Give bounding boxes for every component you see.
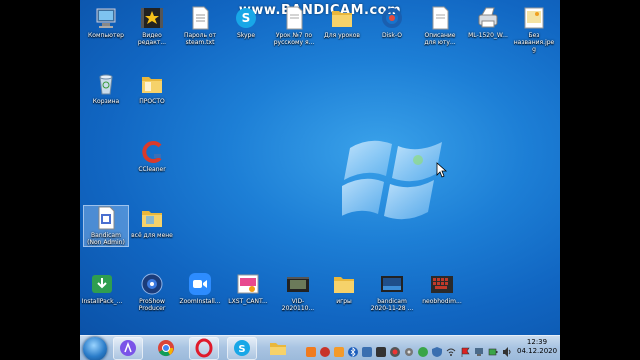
opera-icon (195, 338, 213, 358)
tray-dark-icon[interactable] (376, 342, 386, 357)
taskbar-explorer[interactable] (264, 338, 292, 359)
taskbar-chrome[interactable] (152, 338, 180, 359)
chrome-icon (158, 340, 174, 357)
zoom-icon (188, 272, 212, 296)
desktop-icon-bandicam-2020[interactable]: bandicam 2020-11-28 ... (370, 272, 414, 312)
installpack-icon (90, 272, 114, 296)
letterbox-right (560, 0, 640, 360)
skype-icon: S (234, 6, 258, 30)
windows-logo (342, 140, 442, 220)
tray-disk-icon[interactable] (362, 342, 372, 357)
proshow-icon (140, 272, 164, 296)
desktop-icon-bandicam-nonadmin[interactable]: Bandicam (Non Admin) (83, 205, 129, 247)
tray-record-icon[interactable] (390, 342, 400, 357)
keyboard-icon (430, 272, 454, 296)
tray-network-icon[interactable] (474, 342, 484, 356)
tray-orange-icon[interactable] (306, 342, 316, 357)
ccleaner-icon (140, 140, 164, 164)
letterbox-left (0, 0, 80, 360)
folder-icon (140, 72, 164, 96)
disk-o-icon (380, 6, 404, 30)
tray-volume-icon[interactable] (502, 342, 512, 357)
desktop-icon-youtube-desc[interactable]: Описание для юту... (418, 6, 462, 46)
taskbar-skype[interactable]: S (227, 337, 257, 360)
folder-icon (332, 272, 356, 296)
desktop-icon-lxst-cant[interactable]: LXST_CANT... (226, 272, 270, 305)
folder-icon (140, 206, 164, 230)
printer-icon (476, 6, 500, 30)
recycle-bin-icon (94, 72, 118, 96)
desktop-icon-neobhodim[interactable]: neobhodim... (420, 272, 464, 305)
document-icon (282, 6, 306, 30)
taskbar-alice[interactable] (113, 337, 143, 360)
desktop-icon-steam-password[interactable]: Пароль от steam.txt (178, 6, 222, 46)
desktop[interactable]: www.BANDICAM.com Компьютер Видео редакт.… (80, 0, 560, 335)
audio-file-icon (236, 272, 260, 296)
desktop-icon-ccleaner[interactable]: CCleaner (130, 140, 174, 173)
tray-green-icon[interactable] (418, 342, 428, 357)
desktop-icon-lessons[interactable]: Для уроков (320, 6, 364, 39)
desktop-icon-ml1520[interactable]: ML-1520_W... (466, 6, 510, 39)
tray-flag-icon[interactable] (460, 342, 470, 357)
desktop-icon-recycle-bin[interactable]: Корзина (84, 72, 128, 105)
image-file-icon (522, 6, 546, 30)
video-file-icon (380, 272, 404, 296)
taskbar-opera[interactable] (189, 337, 219, 360)
document-icon (428, 6, 452, 30)
tray-wifi-icon[interactable] (446, 342, 456, 356)
tray-bluetooth-icon[interactable] (348, 342, 358, 357)
desktop-icon-installpack[interactable]: InstallPack_... (80, 272, 124, 305)
video-file-icon (286, 272, 310, 296)
tray-battery-icon[interactable] (488, 342, 498, 356)
mouse-cursor-icon (436, 162, 448, 178)
clock-time: 12:39 (526, 338, 548, 346)
tray-orange-icon-2[interactable] (334, 342, 344, 357)
folder-icon (330, 6, 354, 30)
screen: www.BANDICAM.com Компьютер Видео редакт.… (0, 0, 640, 360)
clock-date: 04.12.2020 (517, 347, 558, 355)
tray-red-icon[interactable] (320, 342, 330, 357)
clock[interactable]: 12:39 04.12.2020 (517, 338, 557, 356)
text-file-icon (188, 6, 212, 30)
svg-text:S: S (238, 344, 245, 355)
computer-icon (94, 6, 118, 30)
desktop-icon-prosto[interactable]: ПРОСТО (130, 72, 174, 105)
tray-shield-icon[interactable] (432, 342, 442, 357)
svg-text:S: S (242, 11, 251, 25)
desktop-icon-video-editor[interactable]: Видео редакт... (130, 6, 174, 46)
bandicam-icon (94, 206, 118, 230)
desktop-icon-games[interactable]: игры (322, 272, 366, 305)
desktop-icon-vid-2020[interactable]: VID-2020110... (276, 272, 320, 312)
skype-icon: S (234, 340, 250, 356)
folder-icon (270, 343, 286, 355)
taskbar: S 12:39 04.12.2020 (80, 335, 560, 360)
desktop-icon-untitled-jpeg[interactable]: Без названия.jpeg (512, 6, 556, 53)
desktop-icon-computer[interactable]: Компьютер (84, 6, 128, 39)
alice-icon (120, 340, 136, 356)
desktop-icon-zoominstall[interactable]: ZoomInstall... (178, 272, 222, 305)
windows-start-icon[interactable] (83, 337, 107, 360)
video-editor-icon (140, 6, 164, 30)
desktop-icon-proshow[interactable]: ProShow Producer (130, 272, 174, 312)
tray-settings-icon[interactable] (404, 342, 414, 356)
desktop-icon-all-for-mine[interactable]: всё для мене (130, 206, 174, 239)
desktop-icon-disk-o[interactable]: Disk-O (370, 6, 414, 39)
desktop-icon-lesson7[interactable]: Урок №7 по русскому я... (272, 6, 316, 46)
desktop-icon-skype[interactable]: S Skype (224, 6, 268, 39)
